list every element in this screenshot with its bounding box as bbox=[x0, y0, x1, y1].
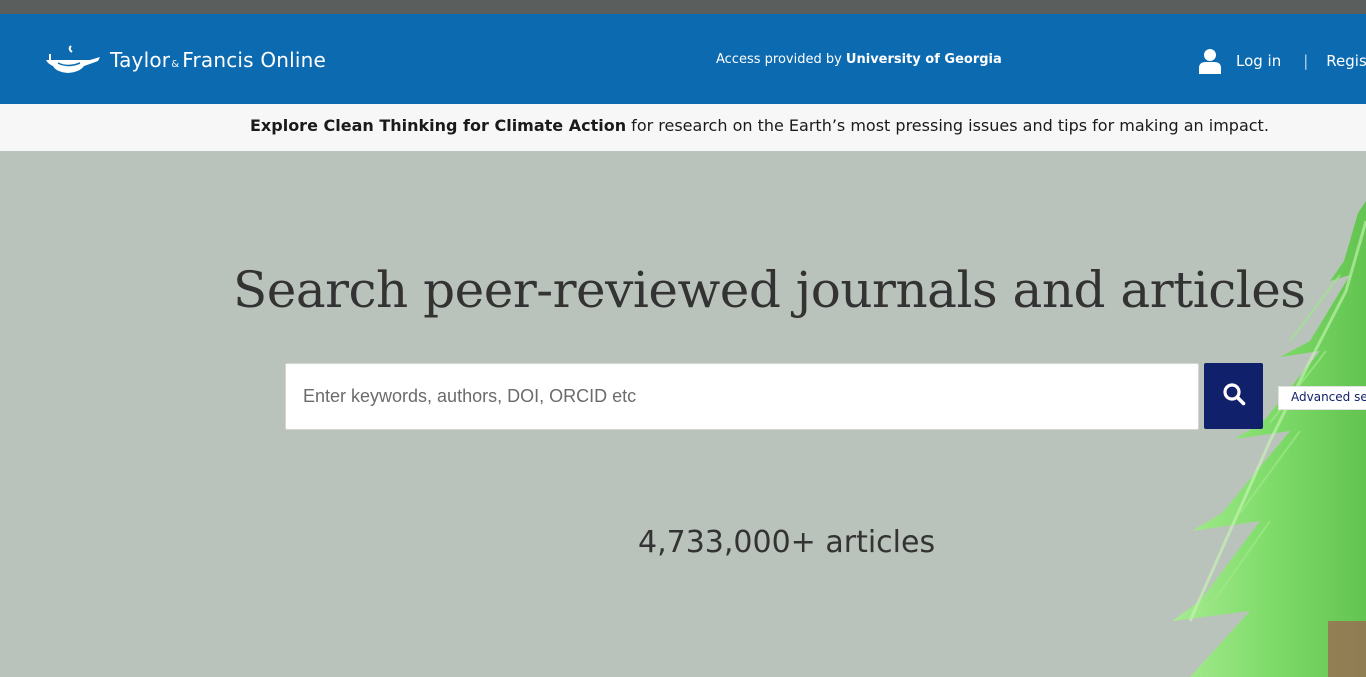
institution-name: University of Georgia bbox=[845, 52, 1002, 67]
register-link[interactable]: Register bbox=[1326, 52, 1366, 70]
login-link[interactable]: Log in bbox=[1236, 52, 1281, 70]
search-input[interactable] bbox=[285, 363, 1199, 430]
promo-link[interactable]: Explore Clean Thinking for Climate Actio… bbox=[250, 116, 626, 135]
article-count: 4,733,000+ articles bbox=[638, 525, 936, 560]
hero-section: Search peer-reviewed journals and articl… bbox=[0, 151, 1366, 677]
site-logo[interactable]: Taylor& Francis Online bbox=[44, 42, 326, 78]
account-links: Log in | Register bbox=[1198, 48, 1366, 74]
access-notice: Access provided by University of Georgia bbox=[716, 52, 1002, 67]
page-title: Search peer-reviewed journals and articl… bbox=[233, 261, 1306, 319]
browser-top-strip bbox=[0, 0, 1366, 14]
header-separator: | bbox=[1303, 52, 1309, 70]
logo-text: Taylor& Francis Online bbox=[110, 48, 327, 72]
lamp-logo-icon bbox=[44, 42, 102, 78]
promo-banner-text: Explore Clean Thinking for Climate Actio… bbox=[250, 116, 1269, 135]
user-icon bbox=[1198, 48, 1222, 74]
advanced-search-link[interactable]: Advanced search bbox=[1278, 386, 1366, 410]
promo-banner: Explore Clean Thinking for Climate Actio… bbox=[0, 104, 1366, 151]
search-button[interactable] bbox=[1204, 363, 1263, 429]
site-header: Taylor& Francis Online Access provided by… bbox=[0, 14, 1366, 104]
search-icon bbox=[1222, 382, 1246, 410]
